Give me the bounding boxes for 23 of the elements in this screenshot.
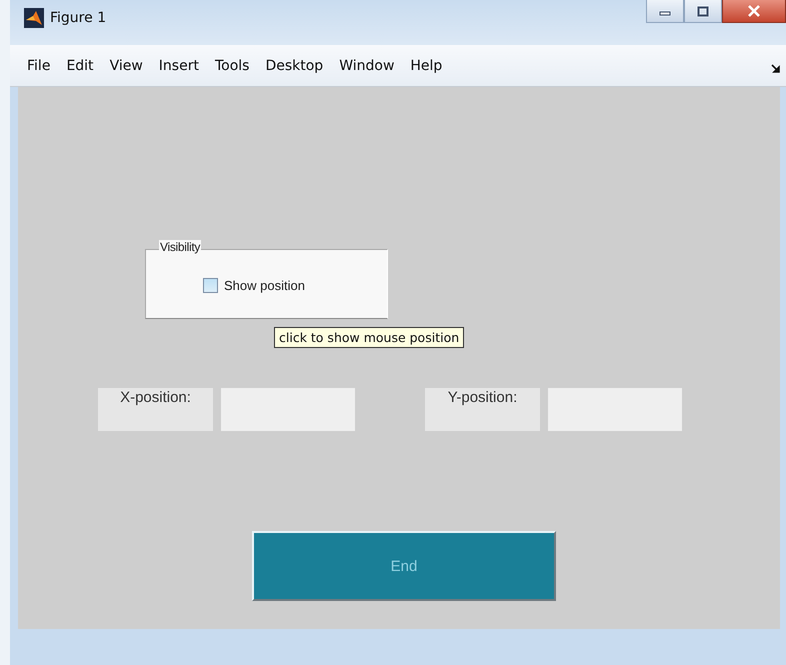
menu-item[interactable]: Edit: [66, 56, 94, 76]
tooltip: click to show mouse position: [274, 327, 464, 348]
position-label: Y-position:: [425, 388, 540, 431]
maximize-icon: [697, 6, 709, 16]
checkbox[interactable]: [203, 278, 218, 293]
position-label: X-position:: [98, 388, 213, 431]
app-logo-icon: [24, 8, 44, 28]
menu-item[interactable]: Insert: [158, 56, 199, 76]
menu-item[interactable]: View: [110, 56, 143, 76]
position-field[interactable]: [548, 388, 682, 431]
position-field[interactable]: [221, 388, 355, 431]
close-icon: [747, 5, 761, 17]
minimize-button[interactable]: [646, 0, 684, 23]
panel-title: Visibility: [159, 240, 202, 254]
menu-item[interactable]: Tools: [214, 56, 250, 76]
menu-item[interactable]: File: [27, 56, 50, 76]
menu-item[interactable]: Desktop: [265, 56, 324, 76]
checkbox-label[interactable]: Show position: [224, 278, 305, 293]
close-button[interactable]: [722, 0, 786, 23]
menu-item[interactable]: Window: [339, 56, 394, 76]
maximize-button[interactable]: [684, 0, 722, 23]
window-title: Figure 1: [50, 10, 106, 26]
menu-item[interactable]: Help: [410, 56, 442, 76]
